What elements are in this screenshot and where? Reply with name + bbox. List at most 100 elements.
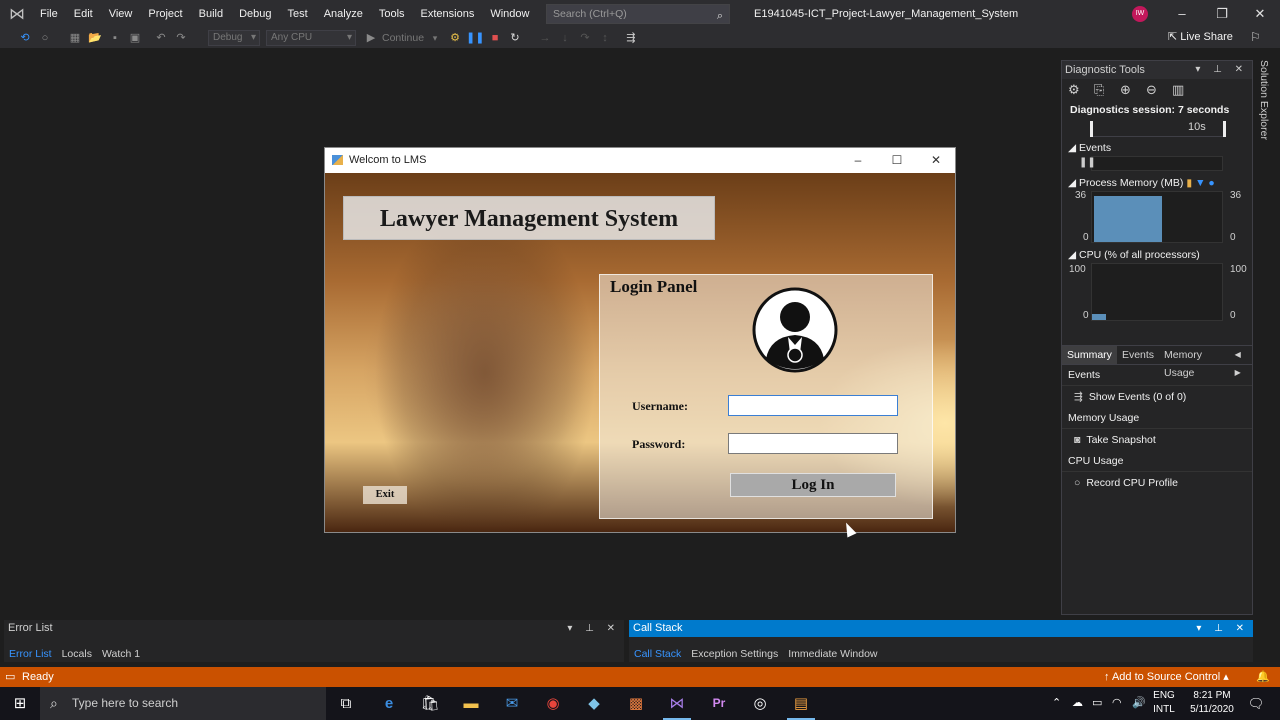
tab-memory-usage[interactable]: Memory Usage <box>1159 346 1230 379</box>
solution-explorer-tab[interactable]: Solution Explorer <box>1255 60 1273 140</box>
tab-call-stack[interactable]: Call Stack <box>629 646 686 662</box>
export-icon[interactable]: ⎘ <box>1094 82 1120 98</box>
username-input[interactable] <box>728 395 898 416</box>
show-events-link[interactable]: ⇶ Show Events (0 of 0) <box>1062 386 1252 408</box>
notifications-icon[interactable]: 🔔 <box>1256 667 1270 687</box>
config-select[interactable]: Debug <box>208 30 260 46</box>
reset-zoom-icon[interactable]: ▥ <box>1172 82 1198 98</box>
tab-error-list[interactable]: Error List <box>4 646 57 662</box>
zoom-out-icon[interactable]: ⊖ <box>1146 82 1172 98</box>
file-explorer-icon[interactable]: ▬ <box>451 687 491 720</box>
tab-immediate-window[interactable]: Immediate Window <box>783 646 882 662</box>
redo-icon[interactable]: ↷ <box>172 29 190 47</box>
panel-controls[interactable]: ▾ ⊥ ✕ <box>1195 61 1248 79</box>
step-into-icon[interactable]: → <box>536 29 554 47</box>
error-list-header[interactable]: Error List ▾ ⊥ ✕ <box>4 620 624 637</box>
clock[interactable]: 8:21 PM 5/11/2020 <box>1186 689 1238 717</box>
action-center-icon[interactable]: 🗨 <box>1244 687 1268 720</box>
feedback-icon[interactable]: ⚐ <box>1250 30 1261 44</box>
events-section[interactable]: ◢ Events <box>1062 141 1252 156</box>
lms-maximize-button[interactable]: ☐ <box>878 148 916 173</box>
add-to-source-control-button[interactable]: ↑ Add to Source Control ▴ <box>1104 667 1229 687</box>
step-out-icon[interactable]: ↷ <box>576 29 594 47</box>
visual-studio-icon[interactable]: ⋈ <box>657 687 697 720</box>
tray-chevron-icon[interactable]: ⌃ <box>1052 696 1061 709</box>
lms-minimize-button[interactable]: – <box>839 148 877 173</box>
open-icon[interactable]: 📂 <box>86 29 104 47</box>
panel-controls[interactable]: ▾ ⊥ ✕ <box>567 620 620 637</box>
store-icon[interactable]: 🛍 <box>410 687 450 720</box>
taskbar-search-input[interactable]: ⌕ Type here to search <box>40 687 326 720</box>
lms-app-icon[interactable]: ▤ <box>781 687 821 720</box>
menu-extensions[interactable]: Extensions <box>413 0 483 28</box>
media-icon[interactable]: ◎ <box>740 687 780 720</box>
pause-icon[interactable]: ❚❚ <box>466 29 484 47</box>
exit-button[interactable]: Exit <box>363 486 407 504</box>
timeline-ruler[interactable]: 10s <box>1090 119 1226 137</box>
tab-scroll-icon[interactable]: ◀ ▶ <box>1230 346 1252 377</box>
save-all-icon[interactable]: ▣ <box>126 29 144 47</box>
memory-section[interactable]: ◢ Process Memory (MB) ▮ ▼ ● <box>1062 176 1252 191</box>
new-project-icon[interactable]: ▦ <box>66 29 84 47</box>
network-icon[interactable]: ◠ <box>1112 696 1122 709</box>
edge-icon[interactable]: e <box>369 687 409 720</box>
live-share-button[interactable]: ⇱ Live Share <box>1168 30 1233 43</box>
record-cpu-link[interactable]: ○ Record CPU Profile <box>1062 472 1252 494</box>
undo-icon[interactable]: ↶ <box>152 29 170 47</box>
menu-edit[interactable]: Edit <box>66 0 101 28</box>
panel-controls[interactable]: ▾ ⊥ ✕ <box>1196 620 1249 637</box>
menu-view[interactable]: View <box>101 0 141 28</box>
continue-dropdown-icon[interactable]: ▾ <box>426 29 444 47</box>
menu-tools[interactable]: Tools <box>371 0 413 28</box>
avatar[interactable]: IW <box>1132 6 1148 22</box>
task-view-icon[interactable]: ⧉ <box>326 687 366 720</box>
tab-summary[interactable]: Summary <box>1062 346 1117 364</box>
menu-test[interactable]: Test <box>280 0 316 28</box>
menu-analyze[interactable]: Analyze <box>316 0 371 28</box>
close-button[interactable]: ✕ <box>1240 0 1280 28</box>
timeline-end-handle[interactable] <box>1223 121 1226 137</box>
zoom-in-icon[interactable]: ⊕ <box>1120 82 1146 98</box>
restore-button[interactable]: ❐ <box>1202 0 1242 28</box>
app-icon[interactable]: ◆ <box>574 687 614 720</box>
search-input[interactable]: Search (Ctrl+Q) ⌕ <box>546 4 730 24</box>
tab-exception-settings[interactable]: Exception Settings <box>686 646 783 662</box>
restart-icon[interactable]: ↻ <box>506 29 524 47</box>
premiere-icon[interactable]: Pr <box>699 687 739 720</box>
tab-events[interactable]: Events <box>1117 346 1159 364</box>
hot-reload-icon[interactable]: ⇶ <box>622 29 640 47</box>
continue-label[interactable]: Continue <box>382 32 424 44</box>
chrome-icon[interactable]: ◉ <box>533 687 573 720</box>
language-indicator[interactable]: ENG INTL <box>1150 689 1178 717</box>
menu-file[interactable]: File <box>32 0 66 28</box>
mail-icon[interactable]: ✉ <box>492 687 532 720</box>
visual-studio-logo-icon[interactable]: ⋈ <box>2 0 32 28</box>
lms-titlebar[interactable]: Welcom to LMS – ☐ ✕ <box>325 148 955 173</box>
show-next-icon[interactable]: ↕ <box>596 29 614 47</box>
diagnostic-tools-header[interactable]: Diagnostic Tools ▾ ⊥ ✕ <box>1062 61 1252 79</box>
sublime-icon[interactable]: ▩ <box>616 687 656 720</box>
tab-locals[interactable]: Locals <box>57 646 97 662</box>
password-input[interactable] <box>728 433 898 454</box>
menu-debug[interactable]: Debug <box>231 0 279 28</box>
menu-window[interactable]: Window <box>482 0 537 28</box>
minimize-button[interactable]: – <box>1162 0 1202 28</box>
process-icon[interactable]: ⚙ <box>446 29 464 47</box>
pause-events-icon[interactable]: ❚❚ <box>1079 157 1096 168</box>
volume-icon[interactable]: 🔊 <box>1132 696 1146 709</box>
back-icon[interactable]: ⟲ <box>16 29 34 47</box>
save-icon[interactable]: ▪ <box>106 29 124 47</box>
take-snapshot-link[interactable]: ◙ Take Snapshot <box>1062 429 1252 451</box>
platform-select[interactable]: Any CPU <box>266 30 356 46</box>
call-stack-header[interactable]: Call Stack ▾ ⊥ ✕ <box>629 620 1253 637</box>
battery-icon[interactable]: ▭ <box>1092 696 1102 709</box>
menu-build[interactable]: Build <box>191 0 231 28</box>
play-icon[interactable]: ▶ <box>362 29 380 47</box>
cpu-section[interactable]: ◢ CPU (% of all processors) <box>1062 248 1252 263</box>
stop-icon[interactable]: ■ <box>486 29 504 47</box>
windows-start-icon[interactable]: ⊞ <box>0 687 40 720</box>
step-over-icon[interactable]: ↓ <box>556 29 574 47</box>
forward-icon[interactable]: ○ <box>36 29 54 47</box>
tab-watch-1[interactable]: Watch 1 <box>97 646 145 662</box>
login-button[interactable]: Log In <box>730 473 896 497</box>
